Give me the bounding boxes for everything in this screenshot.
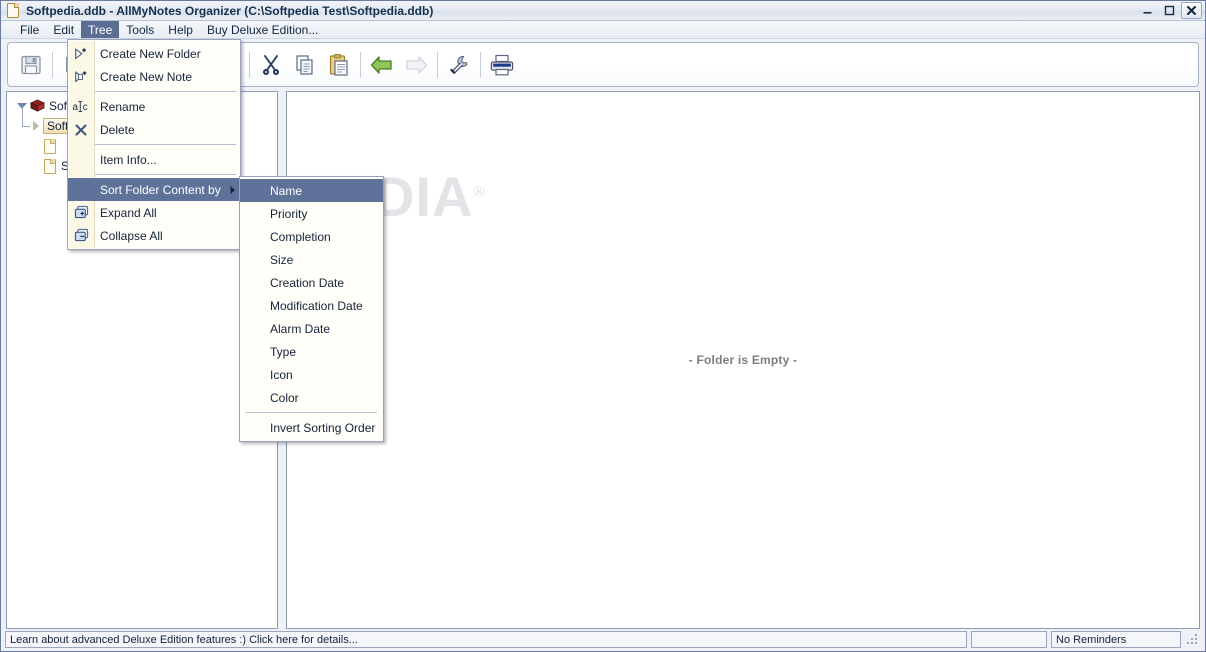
- window-controls: [1137, 2, 1202, 19]
- status-bar: Learn about advanced Deluxe Edition feat…: [1, 629, 1205, 651]
- svg-text:a: a: [72, 102, 78, 113]
- application-window: Softpedia.ddb - AllMyNotes Organizer (C:…: [0, 0, 1206, 652]
- delete-x-icon: [68, 123, 94, 137]
- forward-arrow-icon[interactable]: [399, 47, 433, 83]
- submenu-item-type[interactable]: Type: [240, 340, 383, 363]
- menu-item-create-new-folder[interactable]: Create New Folder: [68, 42, 240, 65]
- menu-item-label: Rename: [100, 99, 146, 114]
- page-icon: [44, 139, 56, 154]
- toolbar-separator: [480, 51, 481, 78]
- expand-all-icon: [68, 205, 94, 220]
- expander-collapsed-icon[interactable]: [29, 120, 42, 133]
- submenu-item-name[interactable]: Name: [240, 179, 383, 202]
- menu-item-label: Color: [270, 390, 299, 405]
- menu-bar: File Edit Tree Tools Help Buy Deluxe Edi…: [1, 21, 1205, 39]
- menu-item-label: Sort Folder Content by: [100, 182, 221, 197]
- menu-item-label: Creation Date: [270, 275, 345, 290]
- maximize-icon[interactable]: [1159, 2, 1180, 19]
- menu-item-label: Name: [270, 183, 303, 198]
- status-small-panel: [971, 631, 1047, 648]
- rename-abc-icon: a c: [68, 100, 94, 113]
- submenu-item-priority[interactable]: Priority: [240, 202, 383, 225]
- page-icon: [44, 159, 56, 174]
- submenu-item-color[interactable]: Color: [240, 386, 383, 409]
- paste-icon[interactable]: [322, 47, 356, 83]
- cut-icon[interactable]: [254, 47, 288, 83]
- menu-separator: [95, 174, 236, 175]
- menubar-item-buy-deluxe-edition[interactable]: Buy Deluxe Edition...: [200, 21, 325, 38]
- toolbar-separator: [360, 51, 361, 78]
- menu-item-label: Collapse All: [100, 228, 163, 243]
- submenu-item-alarm-date[interactable]: Alarm Date: [240, 317, 383, 340]
- menubar-item-tools[interactable]: Tools: [119, 21, 161, 38]
- menu-item-label: Delete: [100, 122, 135, 137]
- menu-item-item-info[interactable]: Item Info...: [68, 148, 240, 171]
- menu-separator: [95, 91, 236, 92]
- menu-item-sort-folder-content-by[interactable]: Sort Folder Content by: [68, 178, 240, 201]
- menu-item-label: Alarm Date: [270, 321, 331, 336]
- menu-item-label: Item Info...: [100, 152, 157, 167]
- submenu-item-icon[interactable]: Icon: [240, 363, 383, 386]
- new-folder-icon: [68, 47, 94, 61]
- options-wrench-icon[interactable]: [442, 47, 476, 83]
- title-bar: Softpedia.ddb - AllMyNotes Organizer (C:…: [1, 1, 1205, 21]
- tree-menu-popup: Create New Folder Create New Note a c Re…: [67, 39, 241, 250]
- back-arrow-icon[interactable]: [365, 47, 399, 83]
- chevron-right-icon: [226, 185, 240, 195]
- copy-icon[interactable]: [288, 47, 322, 83]
- toolbar-separator: [249, 51, 250, 78]
- resize-grip-icon[interactable]: [1185, 632, 1201, 648]
- collapse-all-icon: [68, 228, 94, 243]
- menu-item-label: Size: [270, 252, 294, 267]
- minimize-icon[interactable]: [1137, 2, 1158, 19]
- svg-text:c: c: [83, 102, 88, 113]
- expander-none: [29, 140, 42, 153]
- menu-item-label: Completion: [270, 229, 331, 244]
- menu-item-create-new-note[interactable]: Create New Note: [68, 65, 240, 88]
- submenu-item-size[interactable]: Size: [240, 248, 383, 271]
- save-icon[interactable]: [14, 47, 48, 83]
- submenu-item-invert-sorting-order[interactable]: Invert Sorting Order: [240, 416, 383, 439]
- toolbar-separator: [437, 51, 438, 78]
- menu-item-label: Icon: [270, 367, 293, 382]
- menu-separator: [246, 412, 377, 413]
- menubar-item-tree[interactable]: Tree: [81, 21, 120, 38]
- submenu-item-creation-date[interactable]: Creation Date: [240, 271, 383, 294]
- menu-item-label: Modification Date: [270, 298, 363, 313]
- status-message[interactable]: Learn about advanced Deluxe Edition feat…: [5, 631, 967, 648]
- menu-item-rename[interactable]: a c Rename: [68, 95, 240, 118]
- document-icon: [6, 3, 20, 18]
- window-title: Softpedia.ddb - AllMyNotes Organizer (C:…: [26, 3, 434, 18]
- menu-item-expand-all[interactable]: Expand All: [68, 201, 240, 224]
- close-icon[interactable]: [1181, 2, 1202, 19]
- sort-submenu-popup: Name Priority Completion Size Creation D…: [239, 176, 384, 442]
- menu-item-delete[interactable]: Delete: [68, 118, 240, 141]
- menu-item-label: Create New Note: [100, 69, 193, 84]
- menu-item-label: Priority: [270, 206, 308, 221]
- menu-item-label: Type: [270, 344, 297, 359]
- submenu-item-modification-date[interactable]: Modification Date: [240, 294, 383, 317]
- book-icon: [29, 99, 46, 113]
- folder-empty-label: - Folder is Empty -: [688, 353, 798, 367]
- new-note-icon: [68, 70, 94, 84]
- toolbar-separator: [52, 51, 53, 78]
- menu-item-label: Invert Sorting Order: [270, 420, 376, 435]
- note-content-panel[interactable]: - Folder is Empty -: [286, 91, 1200, 629]
- menubar-item-edit[interactable]: Edit: [46, 21, 81, 38]
- submenu-item-completion[interactable]: Completion: [240, 225, 383, 248]
- menubar-item-file[interactable]: File: [13, 21, 46, 38]
- expander-none: [29, 160, 42, 173]
- menu-item-collapse-all[interactable]: Collapse All: [68, 224, 240, 247]
- print-icon[interactable]: [485, 47, 519, 83]
- menu-item-label: Create New Folder: [100, 46, 201, 61]
- menu-item-label: Expand All: [100, 205, 157, 220]
- menubar-item-help[interactable]: Help: [161, 21, 200, 38]
- reminders-status[interactable]: No Reminders: [1051, 631, 1181, 648]
- menu-separator: [95, 144, 236, 145]
